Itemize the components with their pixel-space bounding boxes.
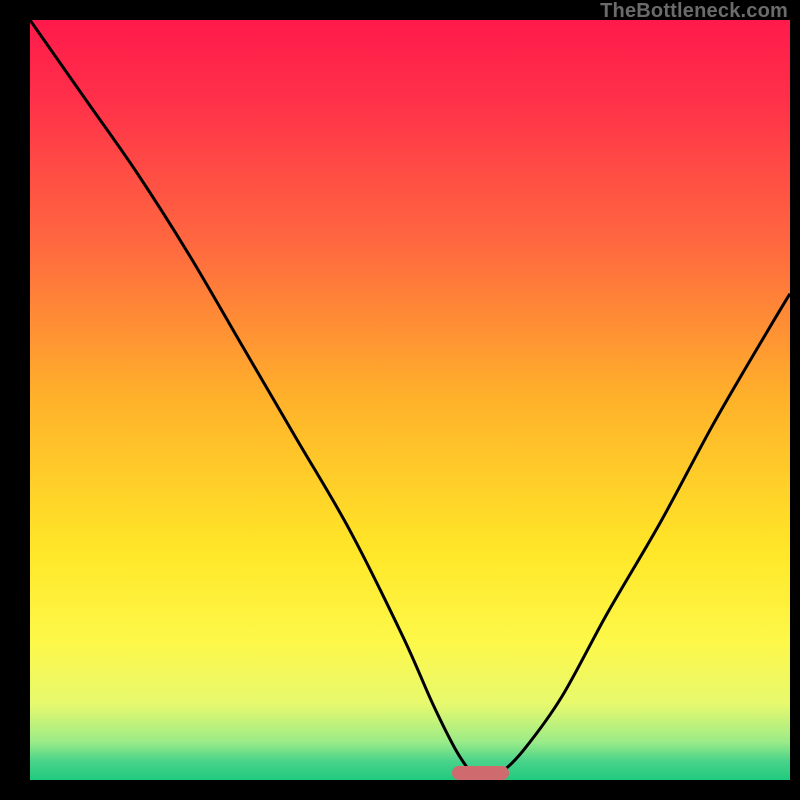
curve-path xyxy=(30,20,790,780)
bottleneck-curve xyxy=(30,20,790,780)
optimal-range-marker xyxy=(452,766,509,780)
frame: TheBottleneck.com xyxy=(0,0,800,800)
plot-area xyxy=(30,20,790,780)
